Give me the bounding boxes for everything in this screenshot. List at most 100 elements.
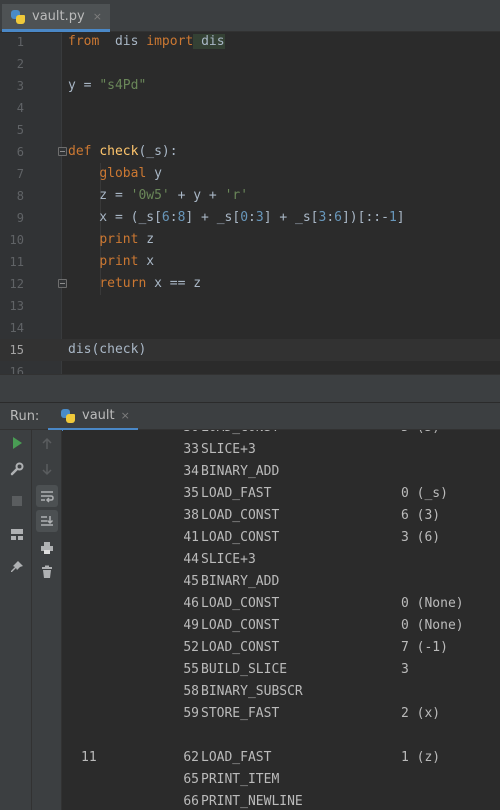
line-number: 15 — [9, 343, 24, 357]
scroll-to-end-icon[interactable] — [36, 510, 58, 532]
code-text: z = '0w5' + y + 'r' — [68, 188, 249, 203]
run-label: Run: — [10, 409, 40, 424]
bytecode-argument: 1 (z) — [401, 750, 441, 765]
console-line: 41 LOAD_CONST 3 (6) — [63, 527, 500, 549]
python-file-icon — [10, 9, 26, 25]
stop-icon[interactable] — [6, 490, 28, 512]
line-number: 7 — [16, 167, 24, 181]
run-tab-vault[interactable]: vault × — [48, 403, 138, 431]
console-line: 52 LOAD_CONST 7 (-1) — [63, 637, 500, 659]
bytecode-opname: BINARY_SUBSCR — [201, 684, 303, 699]
code-line[interactable]: 4 — [0, 97, 500, 119]
tab-label: vault.py — [32, 9, 85, 24]
bytecode-offset: 65 — [183, 772, 199, 787]
run-tab-label: vault — [82, 408, 115, 423]
bytecode-opname: LOAD_CONST — [201, 640, 280, 655]
code-text: dis(check) — [68, 342, 147, 357]
line-number: 3 — [16, 79, 24, 93]
trash-icon[interactable] — [36, 561, 58, 583]
close-run-tab-icon[interactable]: × — [121, 409, 130, 422]
code-line[interactable]: 3 y = "s4Pd" — [0, 75, 500, 97]
code-line[interactable]: 7 global y — [0, 163, 500, 185]
line-number: 4 — [16, 101, 24, 115]
code-line[interactable]: 13 — [0, 295, 500, 317]
console-line: 35 LOAD_FAST 0 (_s) — [63, 483, 500, 505]
code-line[interactable]: 6 def check(_s): — [0, 141, 500, 163]
bytecode-offset: 49 — [183, 618, 199, 633]
console-line: 58 BINARY_SUBSCR — [63, 681, 500, 703]
code-line[interactable]: 11 print x — [0, 251, 500, 273]
console-line: 55 BUILD_SLICE 3 — [63, 659, 500, 681]
line-number: 5 — [16, 123, 24, 137]
run-toolbar-primary — [0, 430, 32, 810]
print-icon[interactable] — [36, 537, 58, 559]
code-line[interactable]: 9 x = (_s[6:8] + _s[0:3] + _s[3:6])[::-1… — [0, 207, 500, 229]
code-text: print x — [99, 254, 155, 269]
line-number: 14 — [9, 321, 24, 335]
code-editor[interactable]: 1 from dis import dis 2 3 y = "s4Pd" 4 5 6 def c… — [0, 33, 500, 374]
pin-icon[interactable] — [6, 556, 28, 578]
wrench-icon[interactable] — [6, 458, 28, 480]
console-line: 30LOAD_CONST 5 (5) — [63, 430, 500, 439]
bytecode-offset: 33 — [183, 442, 199, 457]
down-arrow-icon[interactable] — [36, 458, 58, 480]
console-line: 34 BINARY_ADD — [63, 461, 500, 483]
line-number: 2 — [16, 57, 24, 71]
code-line[interactable]: 5 — [0, 119, 500, 141]
code-line[interactable]: 10 print z — [0, 229, 500, 251]
code-line[interactable]: 16 — [0, 361, 500, 374]
code-text: x = (_s[6:8] + _s[0:3] + _s[3:6])[::-1] — [68, 210, 405, 225]
bytecode-offset: 59 — [183, 706, 199, 721]
code-line[interactable]: 12 return x == z — [0, 273, 500, 295]
code-line[interactable]: 14 — [0, 317, 500, 339]
code-line[interactable]: 1 from dis import dis — [0, 33, 500, 53]
line-number: 12 — [9, 277, 24, 291]
bytecode-opname: STORE_FAST — [201, 706, 280, 721]
run-console-output[interactable]: 30LOAD_CONST5 (5)33SLICE+334BINARY_ADD35… — [63, 430, 500, 810]
tab-vault-py[interactable]: vault.py × — [2, 4, 110, 32]
bytecode-opname: LOAD_FAST — [201, 750, 272, 765]
bytecode-opname: BUILD_SLICE — [201, 662, 288, 677]
layout-icon[interactable] — [6, 523, 28, 545]
code-line[interactable]: 2 — [0, 53, 500, 75]
code-text: from dis import dis — [68, 34, 225, 49]
editor-tab-bar: vault.py × — [0, 0, 500, 32]
console-line: 11 62 LOAD_FAST 1 (z) — [63, 747, 500, 769]
bytecode-opname: PRINT_ITEM — [201, 772, 280, 787]
up-arrow-icon[interactable] — [36, 433, 58, 455]
code-text: return x == z — [99, 276, 202, 291]
line-number: 10 — [9, 233, 24, 247]
bytecode-opname: LOAD_CONST — [201, 618, 280, 633]
editor-run-splitter[interactable] — [0, 374, 500, 402]
bytecode-opname: BINARY_ADD — [201, 574, 280, 589]
bytecode-opname: SLICE+3 — [201, 552, 256, 567]
bytecode-argument: 3 — [401, 662, 409, 677]
fold-marker-icon[interactable] — [58, 147, 67, 156]
code-line[interactable]: 15 dis(check) — [0, 339, 500, 361]
run-icon[interactable] — [6, 432, 28, 454]
bytecode-argument: 6 (3) — [401, 508, 441, 523]
close-tab-icon[interactable]: × — [93, 10, 102, 23]
line-number: 9 — [16, 211, 24, 225]
bytecode-opname: LOAD_FAST — [201, 486, 272, 501]
code-line[interactable]: 8 z = '0w5' + y + 'r' — [0, 185, 500, 207]
bytecode-offset: 38 — [183, 508, 199, 523]
bytecode-opname: BINARY_ADD — [201, 464, 280, 479]
fold-marker-icon[interactable] — [58, 279, 67, 288]
soft-wrap-icon[interactable] — [36, 485, 58, 507]
console-line: 33 SLICE+3 — [63, 439, 500, 461]
bytecode-opname: LOAD_CONST — [201, 530, 280, 545]
line-number: 13 — [9, 299, 24, 313]
bytecode-offset: 62 — [183, 750, 199, 765]
bytecode-offset: 44 — [183, 552, 199, 567]
bytecode-offset: 66 — [183, 794, 199, 809]
code-text: print z — [99, 232, 155, 247]
bytecode-argument: 7 (-1) — [401, 640, 448, 655]
code-text: y = "s4Pd" — [68, 78, 147, 93]
bytecode-offset: 58 — [183, 684, 199, 699]
line-number: 11 — [9, 255, 24, 269]
bytecode-offset: 52 — [183, 640, 199, 655]
console-line: 66 PRINT_NEWLINE — [63, 791, 500, 810]
console-line: 38 LOAD_CONST 6 (3) — [63, 505, 500, 527]
bytecode-opname: PRINT_NEWLINE — [201, 794, 303, 809]
